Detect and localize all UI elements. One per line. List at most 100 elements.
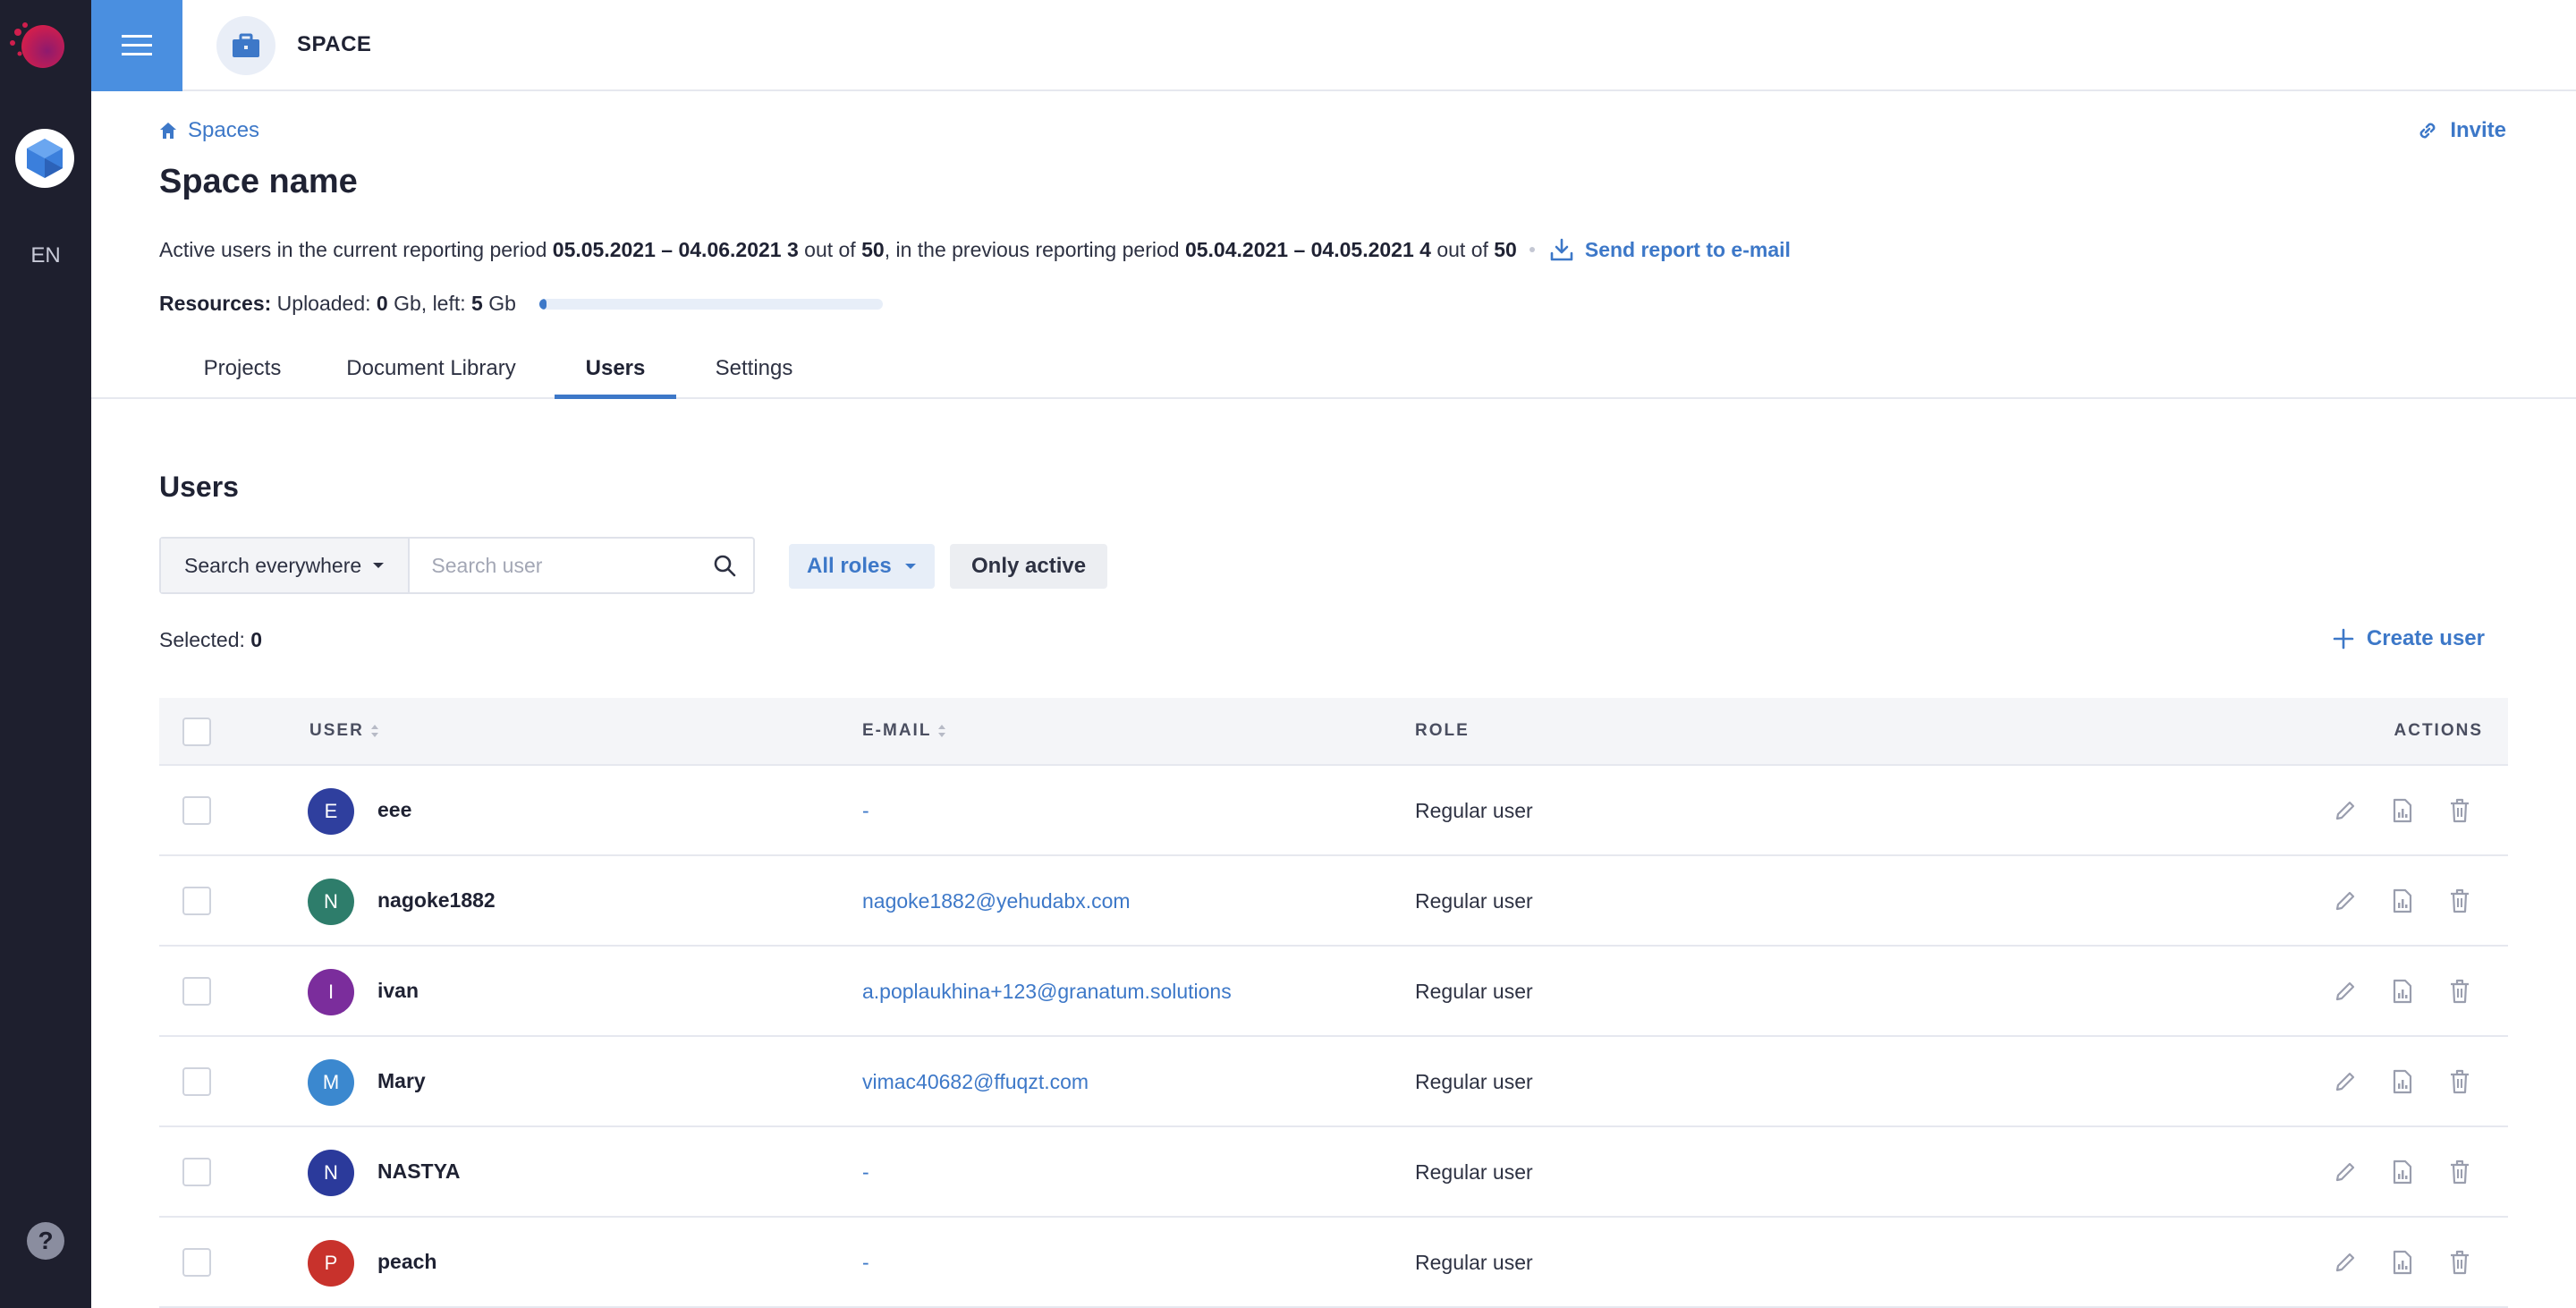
user-role: Regular user: [1415, 1251, 1533, 1274]
user-role: Regular user: [1415, 1160, 1533, 1184]
download-icon: [1550, 238, 1573, 261]
previous-period: 05.04.2021 – 04.05.2021: [1184, 237, 1414, 261]
search-scope-label: Search everywhere: [184, 553, 362, 577]
report-icon[interactable]: [2390, 887, 2415, 915]
current-count: 3: [786, 237, 799, 261]
row-checkbox[interactable]: [182, 1248, 211, 1277]
tab-bar: Projects Document Library Users Settings: [91, 349, 2576, 399]
header-user[interactable]: USER: [309, 721, 380, 741]
search-scope-select[interactable]: Search everywhere: [161, 539, 411, 592]
active-users-summary: Active users in the current reporting pe…: [159, 237, 1791, 262]
home-icon: [160, 123, 176, 139]
space-avatar[interactable]: [15, 129, 74, 188]
row-checkbox[interactable]: [182, 977, 211, 1006]
left-unit: Gb: [488, 292, 516, 315]
left-rail: EN ?: [0, 0, 91, 1308]
invite-label[interactable]: Invite: [2450, 118, 2506, 143]
trash-icon[interactable]: [2447, 796, 2472, 825]
out-of-1: out of: [804, 237, 856, 261]
table-body: E eee - Regular user N nagoke1882 nagoke…: [159, 766, 2508, 1308]
create-user-button[interactable]: Create user: [2333, 626, 2485, 651]
language-switch[interactable]: EN: [0, 243, 91, 268]
edit-icon[interactable]: [2333, 796, 2358, 825]
current-period: 05.05.2021 – 04.06.2021: [552, 237, 782, 261]
search-icon[interactable]: [696, 539, 753, 592]
menu-icon: [122, 35, 152, 55]
roles-filter-label: All roles: [807, 554, 892, 578]
report-icon[interactable]: [2390, 1067, 2415, 1096]
avatar: I: [308, 969, 354, 1015]
trash-icon[interactable]: [2447, 1248, 2472, 1277]
space-badge: [216, 16, 275, 75]
send-report-button[interactable]: Send report to e-mail: [1549, 237, 1791, 262]
row-actions: [2333, 1067, 2472, 1096]
row-checkbox[interactable]: [182, 887, 211, 915]
avatar: P: [308, 1240, 354, 1287]
edit-icon[interactable]: [2333, 977, 2358, 1006]
user-name[interactable]: ivan: [377, 979, 419, 1003]
user-role: Regular user: [1415, 889, 1533, 913]
trash-icon[interactable]: [2447, 1158, 2472, 1186]
header-email[interactable]: E-MAIL: [862, 721, 947, 741]
user-email[interactable]: -: [862, 1251, 869, 1275]
edit-icon[interactable]: [2333, 1158, 2358, 1186]
breadcrumb[interactable]: Spaces: [159, 118, 259, 143]
trash-icon[interactable]: [2447, 977, 2472, 1006]
tab-document-library[interactable]: Document Library: [333, 356, 530, 399]
user-email[interactable]: a.poplaukhina+123@granatum.solutions: [862, 980, 1232, 1004]
roles-filter-dropdown[interactable]: All roles: [789, 544, 935, 589]
trash-icon[interactable]: [2447, 887, 2472, 915]
user-name[interactable]: eee: [377, 798, 411, 822]
header-role: ROLE: [1415, 721, 1470, 740]
user-email[interactable]: nagoke1882@yehudabx.com: [862, 889, 1131, 913]
uploaded-value: 0: [376, 292, 388, 315]
uploaded-label: Uploaded:: [276, 292, 371, 315]
edit-icon[interactable]: [2333, 1248, 2358, 1277]
table-header: USER E-MAIL ROLE ACTIONS: [159, 698, 2508, 766]
header-actions: ACTIONS: [2394, 721, 2483, 740]
previous-count: 4: [1419, 237, 1431, 261]
invite-link[interactable]: Invite: [2416, 118, 2506, 143]
user-name[interactable]: Mary: [377, 1069, 426, 1093]
edit-icon[interactable]: [2333, 1067, 2358, 1096]
tab-projects[interactable]: Projects: [193, 356, 292, 399]
report-icon[interactable]: [2390, 796, 2415, 825]
tab-settings[interactable]: Settings: [705, 356, 803, 399]
trash-icon[interactable]: [2447, 1067, 2472, 1096]
user-name[interactable]: NASTYA: [377, 1159, 460, 1184]
row-checkbox[interactable]: [182, 1158, 211, 1186]
menu-button[interactable]: [91, 0, 182, 91]
report-icon[interactable]: [2390, 1158, 2415, 1186]
user-email[interactable]: vimac40682@ffuqzt.com: [862, 1070, 1089, 1094]
row-actions: [2333, 1248, 2472, 1277]
user-email[interactable]: -: [862, 799, 869, 823]
left-value: 5: [471, 292, 483, 315]
page-title: Space name: [159, 163, 358, 200]
select-all-checkbox[interactable]: [182, 718, 211, 746]
row-actions: [2333, 796, 2472, 825]
breadcrumb-spaces[interactable]: Spaces: [188, 118, 259, 143]
header-email-label: E-MAIL: [862, 721, 932, 740]
users-table: USER E-MAIL ROLE ACTIONS E eee - Regular…: [159, 698, 2508, 1308]
only-active-toggle[interactable]: Only active: [950, 544, 1108, 589]
edit-icon[interactable]: [2333, 887, 2358, 915]
selected-label: Selected:: [159, 628, 245, 651]
user-email[interactable]: -: [862, 1160, 869, 1185]
tab-users[interactable]: Users: [555, 356, 676, 399]
report-icon[interactable]: [2390, 977, 2415, 1006]
user-name[interactable]: peach: [377, 1250, 436, 1274]
avatar: N: [308, 1150, 354, 1196]
row-actions: [2333, 887, 2472, 915]
send-report-label[interactable]: Send report to e-mail: [1585, 238, 1791, 262]
row-checkbox[interactable]: [182, 1067, 211, 1096]
chevron-down-icon: [904, 564, 916, 569]
app-logo[interactable]: [7, 16, 70, 73]
sort-icon: [938, 725, 946, 737]
row-checkbox[interactable]: [182, 796, 211, 825]
search-user-input[interactable]: [410, 539, 697, 592]
avatar: N: [308, 879, 354, 925]
user-name[interactable]: nagoke1882: [377, 888, 496, 913]
report-icon[interactable]: [2390, 1248, 2415, 1277]
uploaded-unit: Gb, left:: [394, 292, 466, 315]
help-icon[interactable]: ?: [27, 1222, 64, 1260]
